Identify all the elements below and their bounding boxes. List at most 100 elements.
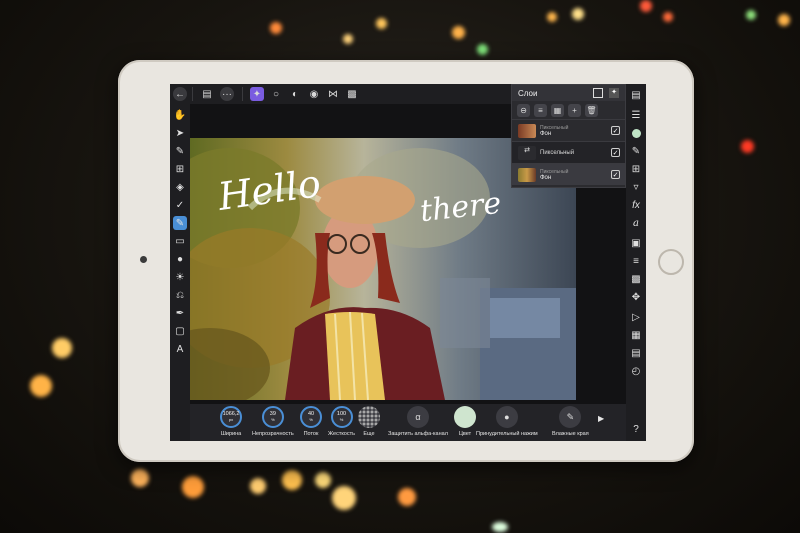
brush-preview-icon[interactable] bbox=[358, 406, 380, 428]
text-styles-icon[interactable]: a bbox=[629, 216, 643, 230]
brushes-icon[interactable]: ✎ bbox=[629, 144, 643, 158]
protect-alpha-label: Защитить альфа-канал bbox=[388, 431, 448, 437]
brush-tool-icon[interactable]: ✎ bbox=[173, 216, 187, 230]
document-icon[interactable]: ▤ bbox=[200, 87, 214, 101]
pixel-persona-icon[interactable]: ✦ bbox=[250, 87, 264, 101]
adjustments-icon[interactable]: ≡ bbox=[629, 254, 643, 268]
color-swatch[interactable] bbox=[454, 406, 476, 428]
navigator-icon[interactable]: ▤ bbox=[629, 88, 643, 102]
bokeh-light bbox=[52, 338, 72, 358]
more-label: Еще bbox=[363, 431, 375, 437]
clone-tool-icon[interactable]: ⎌ bbox=[173, 288, 187, 302]
hardness-unit: % bbox=[339, 416, 344, 422]
flow-dial[interactable]: 40 % bbox=[300, 406, 322, 428]
layers-icon[interactable]: ☰ bbox=[629, 108, 643, 122]
left-toolbar: ✋ ➤ ✎ ⊞ ◈ ✓ ✎ ▭ ● ☀ ⎌ ✒ ▢ A bbox=[170, 104, 190, 441]
hand-tool-icon[interactable]: ✋ bbox=[173, 108, 187, 122]
bokeh-light bbox=[398, 488, 416, 506]
wet-edges-icon[interactable]: ✎ bbox=[559, 406, 582, 428]
layers-panel: Слои ✦ ⊖ ≡ ▦ + 🗑 Пиксельный Фон ✓ ⇄ Пикс… bbox=[511, 84, 626, 188]
export-icon[interactable]: ▩ bbox=[345, 87, 359, 101]
eraser-tool-icon[interactable]: ▭ bbox=[173, 234, 187, 248]
force-pressure-label: Принудительный нажим bbox=[476, 431, 538, 437]
move-tool-icon[interactable]: ➤ bbox=[173, 126, 187, 140]
opacity-control[interactable]: 39 % Непрозрачность bbox=[252, 406, 294, 437]
back-arrow-icon[interactable]: ← bbox=[173, 87, 187, 101]
color-icon[interactable] bbox=[629, 126, 643, 140]
play-icon[interactable]: ▷ bbox=[629, 310, 643, 324]
bokeh-light bbox=[547, 12, 557, 22]
bokeh-light bbox=[572, 8, 584, 20]
layer-row[interactable]: ⇄ Пиксельный ✓ bbox=[512, 141, 625, 163]
bokeh-light bbox=[741, 140, 754, 153]
pressure-icon[interactable]: ● bbox=[495, 406, 518, 428]
flow-control[interactable]: 40 % Поток bbox=[300, 406, 322, 437]
help-icon[interactable]: ? bbox=[629, 422, 643, 436]
home-button[interactable] bbox=[658, 249, 684, 275]
layer-thumbnail bbox=[518, 123, 536, 138]
crop-tool-icon[interactable]: ⊞ bbox=[173, 162, 187, 176]
ellipsis-icon[interactable]: ··· bbox=[220, 87, 234, 101]
filter-funnel-icon[interactable]: ▿ bbox=[629, 180, 643, 194]
bokeh-light bbox=[270, 22, 282, 34]
bokeh-light bbox=[315, 472, 331, 488]
history-icon[interactable]: ◴ bbox=[629, 364, 643, 378]
width-dial[interactable]: 1066,2 px bbox=[220, 406, 242, 428]
bokeh-light bbox=[452, 26, 465, 39]
filter-icon[interactable]: ◉ bbox=[307, 87, 321, 101]
bokeh-light bbox=[30, 375, 52, 397]
transform-icon[interactable]: ⊞ bbox=[629, 162, 643, 176]
dodge-tool-icon[interactable]: ☀ bbox=[173, 270, 187, 284]
opacity-dial[interactable]: 39 % bbox=[261, 406, 284, 428]
panel-list-icon[interactable] bbox=[593, 88, 603, 98]
adjustment-icon[interactable]: ◐ bbox=[288, 87, 302, 101]
layers-stack-icon[interactable]: ≡ bbox=[534, 103, 547, 117]
wet-edges-toggle[interactable]: ✎ Влажные края bbox=[552, 406, 589, 437]
hardness-control[interactable]: 100 % Жесткость bbox=[328, 406, 355, 437]
adjustment-layer-icon[interactable]: ▦ bbox=[551, 103, 564, 117]
bokeh-light bbox=[131, 469, 149, 487]
color-picker-icon[interactable]: ✓ bbox=[173, 198, 187, 212]
more-brush-settings[interactable]: Еще bbox=[358, 406, 380, 437]
transform-panel-icon[interactable]: ✥ bbox=[629, 290, 643, 304]
layer-name: Фон bbox=[540, 130, 552, 137]
fx-icon[interactable]: fx bbox=[629, 198, 643, 212]
channels-icon[interactable]: ▩ bbox=[629, 272, 643, 286]
fill-tool-icon[interactable]: ◈ bbox=[173, 180, 187, 194]
mirror-icon[interactable]: ⋈ bbox=[326, 87, 340, 101]
pencil-tool-icon[interactable]: ✎ bbox=[173, 144, 187, 158]
text-tool-icon[interactable]: A bbox=[173, 342, 187, 356]
image-icon[interactable]: ▤ bbox=[629, 346, 643, 360]
toolbar-expand-arrow-icon[interactable]: ▶ bbox=[598, 414, 604, 423]
pen-tool-icon[interactable]: ✒ bbox=[173, 306, 187, 320]
layer-thumbnail bbox=[518, 167, 536, 182]
alpha-icon[interactable]: α bbox=[406, 406, 429, 428]
mask-icon[interactable]: ⊖ bbox=[517, 103, 530, 117]
layer-row[interactable]: Пиксельный Фон ✓ bbox=[512, 163, 625, 185]
flow-unit: % bbox=[309, 416, 313, 422]
color-control[interactable]: Цвет bbox=[454, 406, 476, 437]
panel-pin-icon[interactable]: ✦ bbox=[609, 88, 619, 98]
add-layer-icon[interactable]: + bbox=[568, 103, 581, 117]
bokeh-light bbox=[492, 522, 508, 532]
circle-selection-icon[interactable]: ○ bbox=[269, 87, 283, 101]
blur-tool-icon[interactable]: ● bbox=[173, 252, 187, 266]
layer-visibility-checkbox[interactable]: ✓ bbox=[611, 126, 620, 135]
histogram-icon[interactable]: ▣ bbox=[629, 236, 643, 250]
width-control[interactable]: 1066,2 px Ширина bbox=[220, 406, 242, 437]
protect-alpha-toggle[interactable]: α Защитить альфа-канал bbox=[388, 406, 448, 437]
swatches-icon[interactable]: ▦ bbox=[629, 328, 643, 342]
force-pressure-toggle[interactable]: ● Принудительный нажим bbox=[476, 406, 538, 437]
delete-layer-icon[interactable]: 🗑 bbox=[585, 103, 598, 117]
bokeh-light bbox=[778, 14, 790, 26]
front-camera bbox=[140, 256, 147, 263]
layer-visibility-checkbox[interactable]: ✓ bbox=[611, 148, 620, 157]
width-unit: px bbox=[228, 416, 234, 422]
shape-tool-icon[interactable]: ▢ bbox=[173, 324, 187, 338]
hardness-dial[interactable]: 100 % bbox=[330, 406, 353, 428]
opacity-unit: % bbox=[271, 416, 275, 422]
color-label: Цвет bbox=[458, 431, 472, 437]
layer-row[interactable]: Пиксельный Фон ✓ bbox=[512, 119, 625, 141]
layer-thumbnail: ⇄ bbox=[518, 145, 536, 160]
layer-visibility-checkbox[interactable]: ✓ bbox=[611, 170, 620, 179]
